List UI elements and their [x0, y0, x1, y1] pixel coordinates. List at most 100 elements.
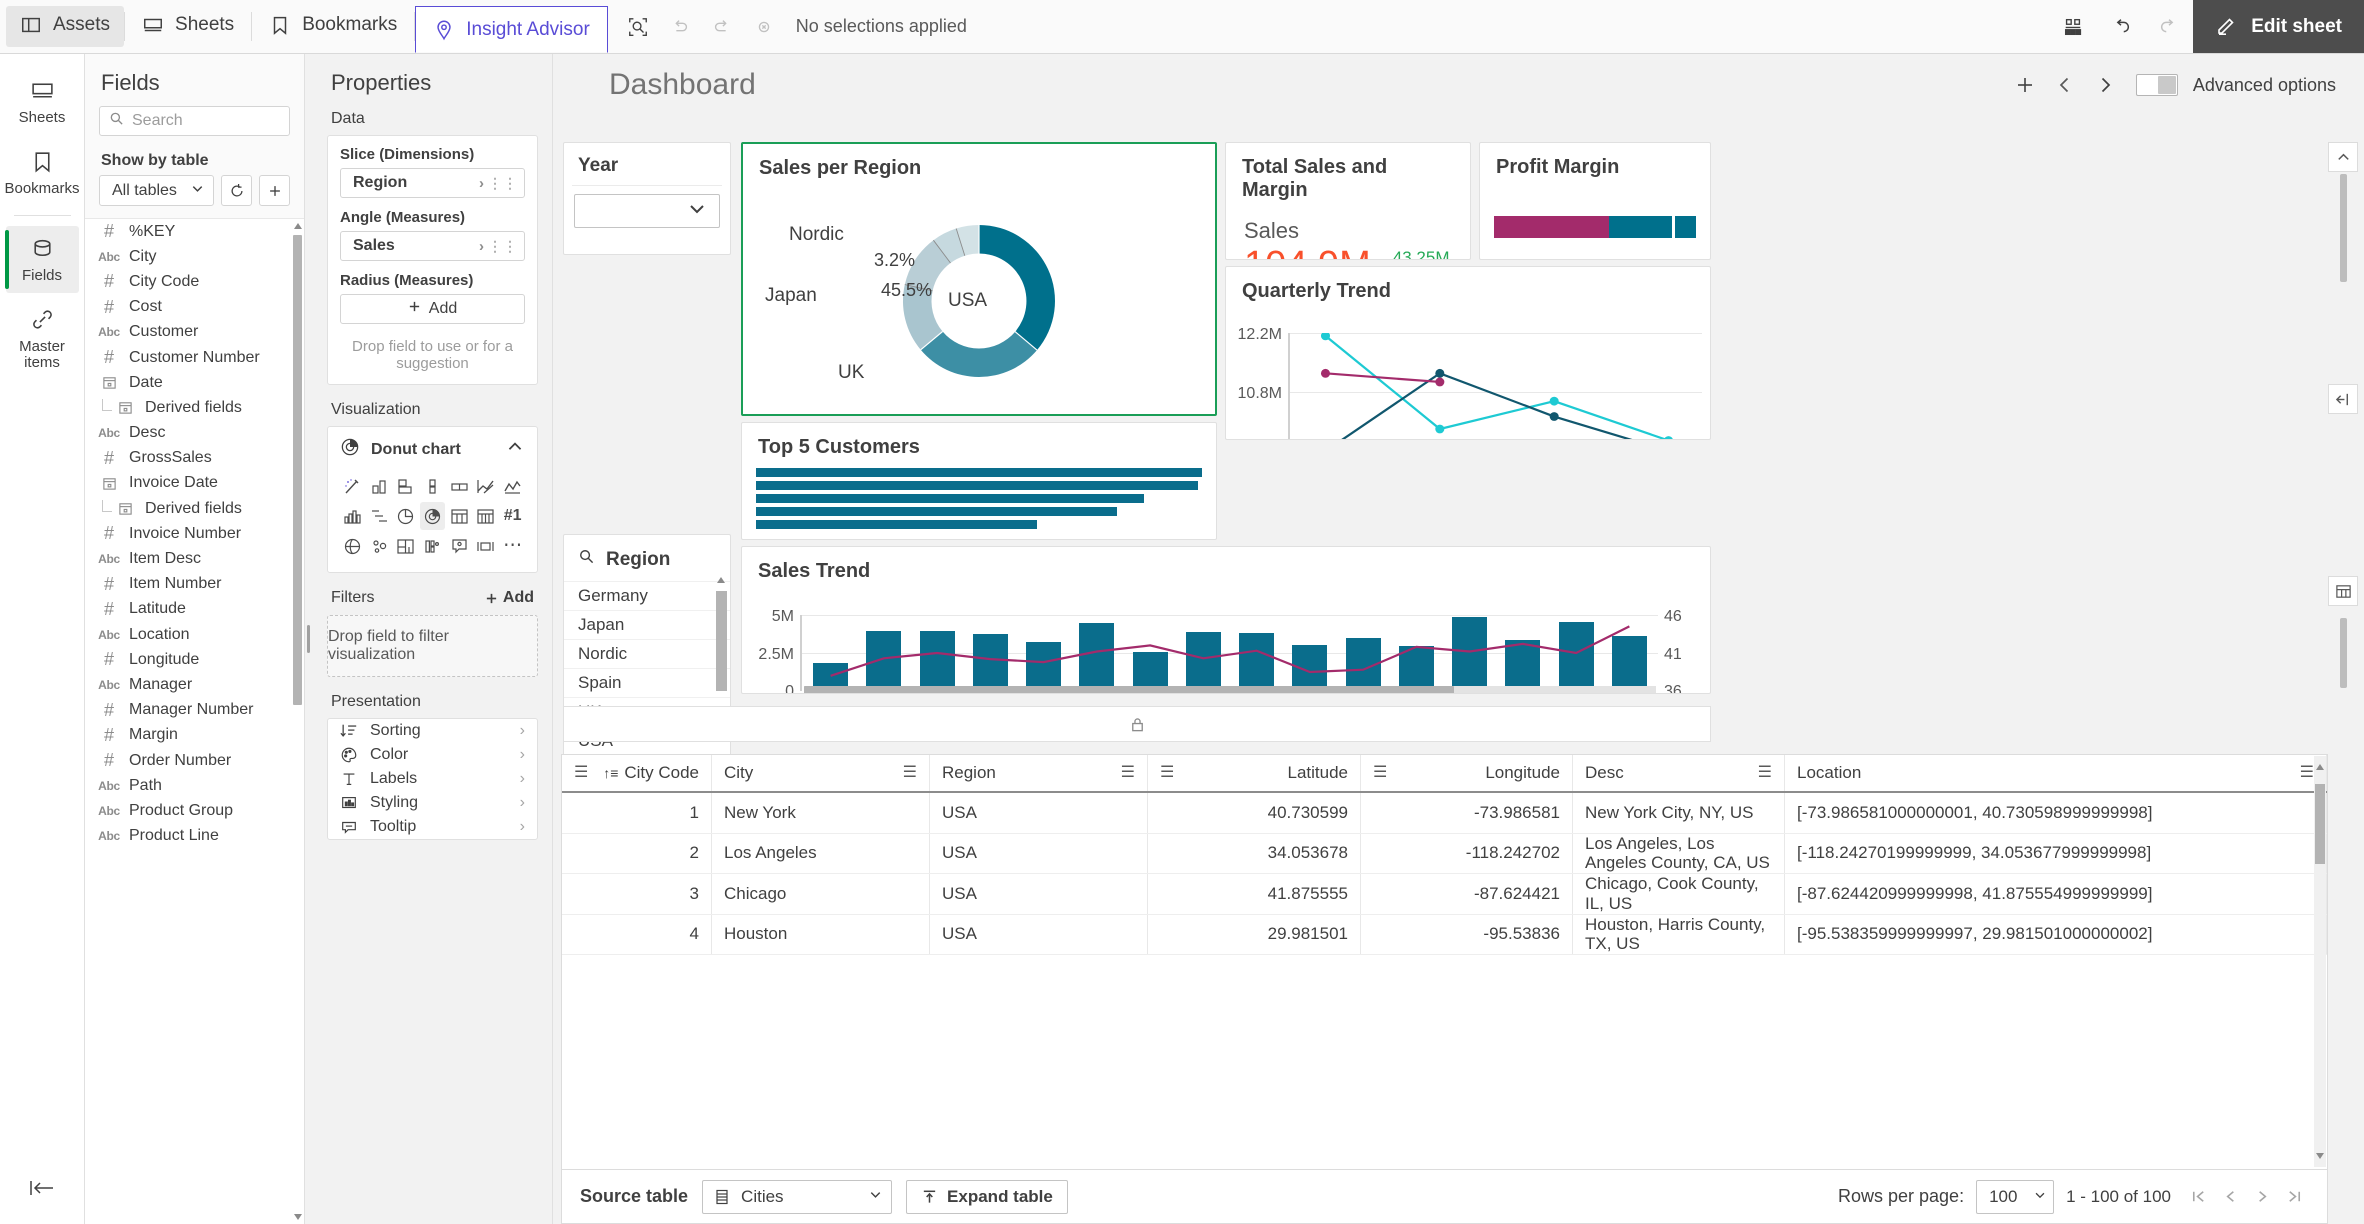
trend-scroll-thumb[interactable] — [804, 686, 1454, 693]
field-list-item[interactable]: # Manager Number — [85, 698, 304, 723]
chevron-right-icon[interactable]: › — [475, 175, 488, 192]
topbar-item-assets[interactable]: Assets — [6, 6, 125, 47]
angle-measure-pill[interactable]: Sales › ⋮⋮ — [340, 231, 525, 261]
locked-chart-strip[interactable] — [563, 706, 1711, 742]
rail-item-sheets[interactable]: Sheets — [6, 68, 79, 135]
quarterly-line-chart[interactable]: 12.2M 10.8M 9.4M — [1226, 303, 1710, 439]
year-dropdown[interactable] — [574, 194, 720, 228]
field-list-item[interactable]: # Cost — [85, 295, 304, 320]
drag-handle-icon[interactable]: ⋮⋮ — [488, 238, 518, 255]
presentation-item-sorting[interactable]: Sorting › — [328, 719, 537, 743]
table-cell[interactable]: 41.875555 — [1148, 874, 1361, 914]
table-cell[interactable]: New York City, NY, US — [1573, 793, 1785, 833]
search-field-wrapper[interactable] — [99, 106, 290, 136]
table-cell[interactable]: Houston — [712, 914, 930, 954]
table-cell[interactable]: Los Angeles, Los Angeles County, CA, US — [1573, 833, 1785, 873]
source-table-select[interactable]: Cities — [702, 1179, 893, 1214]
rows-per-page-select[interactable]: 100 — [1976, 1179, 2055, 1214]
table-view-button[interactable] — [2328, 576, 2358, 606]
search-input[interactable] — [132, 112, 280, 130]
sales-trend-chart[interactable]: 5M 2.5M 0 46 41 36 — [742, 583, 1710, 693]
table-cell[interactable]: -87.624421 — [1361, 874, 1573, 914]
clear-selections-icon[interactable] — [746, 9, 782, 45]
sales-per-region-tile[interactable]: Sales per Region Nordic Japan UK USA 3.2… — [741, 142, 1217, 416]
field-list-item[interactable]: Abc City — [85, 244, 304, 269]
scroll-up-arrow[interactable] — [717, 577, 725, 583]
search-icon[interactable] — [578, 548, 595, 571]
table-cell[interactable]: -95.53836 — [1361, 914, 1573, 954]
smart-search-icon[interactable] — [620, 9, 656, 45]
chevron-up-icon[interactable] — [505, 437, 525, 462]
top5-bars[interactable] — [756, 468, 1202, 530]
scroll-up-arrow[interactable] — [2314, 760, 2326, 774]
collapse-panel-button[interactable] — [2328, 384, 2358, 414]
field-list-item[interactable]: # Item Number — [85, 572, 304, 597]
rail-item-bookmarks[interactable]: Bookmarks — [4, 139, 80, 206]
field-list-item[interactable]: Abc Manager — [85, 672, 304, 697]
expand-table-button[interactable]: Expand table — [906, 1179, 1068, 1214]
sheet-grid-icon[interactable] — [2049, 0, 2097, 54]
table-row[interactable]: 3 Chicago USA 41.875555 -87.624421 Chicago, C… — [562, 874, 2327, 915]
bar[interactable] — [756, 494, 1145, 503]
region-list-item[interactable]: Spain — [564, 668, 730, 697]
table-row[interactable]: 1 New York USA 40.730599 -73.986581 New York … — [562, 793, 2327, 834]
table-cell[interactable]: [-73.986581000000001, 40.730598999999998… — [1785, 793, 2327, 833]
viz-option-bar-horizontal-icon[interactable] — [393, 472, 418, 500]
field-list-item[interactable]: # City Code — [85, 269, 304, 294]
topbar-item-insight-advisor[interactable]: Insight Advisor — [415, 6, 608, 53]
viz-option-bullet-chart-icon[interactable] — [474, 532, 499, 560]
table-cell[interactable]: USA — [930, 833, 1148, 873]
field-list-item[interactable]: # Order Number — [85, 748, 304, 773]
field-list-item[interactable]: Abc Customer — [85, 320, 304, 345]
column-menu-icon[interactable]: ☰ — [1121, 765, 1135, 781]
column-menu-icon[interactable]: ☰ — [1160, 765, 1174, 781]
field-list-item[interactable]: Abc Item Desc — [85, 546, 304, 571]
table-cell[interactable]: 29.981501 — [1148, 914, 1361, 954]
plus-icon[interactable] — [259, 175, 290, 206]
viz-option-text-image-icon[interactable] — [447, 532, 472, 560]
field-list-item[interactable]: Derived fields — [85, 496, 304, 521]
field-list-item[interactable]: Date — [85, 370, 304, 395]
viz-option-pie-chart-icon[interactable] — [393, 502, 418, 530]
slice-dimension-pill[interactable]: Region › ⋮⋮ — [340, 168, 525, 198]
table-cell[interactable]: [-118.24270199999999, 34.053677999999998… — [1785, 833, 2327, 873]
field-list-item[interactable]: Abc Path — [85, 773, 304, 798]
table-cell[interactable]: -73.986581 — [1361, 793, 1573, 833]
table-cell[interactable]: New York — [712, 793, 930, 833]
visualization-header[interactable]: Donut chart — [340, 437, 525, 466]
field-list-item[interactable]: Abc Location — [85, 622, 304, 647]
viz-option-waterfall-icon[interactable] — [367, 502, 392, 530]
donut-chart[interactable]: Nordic Japan UK USA 3.2% 45.5% — [743, 180, 1215, 414]
table-cell[interactable]: 40.730599 — [1148, 793, 1361, 833]
top5-customers-tile[interactable]: Top 5 Customers — [741, 422, 1217, 540]
next-sheet-button[interactable] — [2088, 68, 2122, 102]
add-radius-measure-button[interactable]: Add — [340, 294, 525, 324]
year-filter-tile[interactable]: Year — [563, 142, 731, 255]
viz-option-pivot-table-icon[interactable] — [474, 502, 499, 530]
table-column-header[interactable]: ☰ Longitude — [1361, 755, 1573, 791]
table-cell[interactable]: [-95.538359999999997, 29.981501000000002… — [1785, 914, 2327, 954]
selection-back-icon[interactable] — [662, 9, 698, 45]
table-scrollbar[interactable] — [2314, 756, 2326, 1167]
table-row[interactable]: 4 Houston USA 29.981501 -95.53836 Houston, Ha… — [562, 914, 2327, 955]
scroll-thumb[interactable] — [2315, 784, 2325, 864]
region-list-item[interactable]: Nordic — [564, 639, 730, 668]
table-column-header[interactable]: ☰ ↑≡ City Code — [562, 755, 712, 791]
table-body[interactable]: 1 New York USA 40.730599 -73.986581 New York … — [562, 793, 2327, 1169]
viz-option-histogram-icon[interactable] — [340, 502, 365, 530]
table-cell[interactable]: 34.053678 — [1148, 833, 1361, 873]
viz-option-auto-chart-icon[interactable] — [340, 472, 365, 500]
topbar-item-sheets[interactable]: Sheets — [125, 0, 251, 53]
region-list-item[interactable]: Japan — [564, 610, 730, 639]
viz-option-stacked-bar-icon[interactable] — [420, 472, 445, 500]
table-cell[interactable]: -118.242702 — [1361, 833, 1573, 873]
table-cell[interactable]: Chicago, Cook County, IL, US — [1573, 874, 1785, 914]
scroll-up-arrow[interactable] — [293, 221, 302, 231]
viz-option-box-plot-icon[interactable] — [447, 472, 472, 500]
canvas-scroll-thumb[interactable] — [2339, 174, 2347, 282]
bar[interactable] — [756, 468, 1202, 477]
panel-resize-handle[interactable] — [305, 54, 313, 1224]
viz-option-map-icon[interactable] — [340, 532, 365, 560]
bullet-chart[interactable] — [1494, 216, 1696, 238]
topbar-item-bookmarks[interactable]: Bookmarks — [252, 0, 414, 53]
